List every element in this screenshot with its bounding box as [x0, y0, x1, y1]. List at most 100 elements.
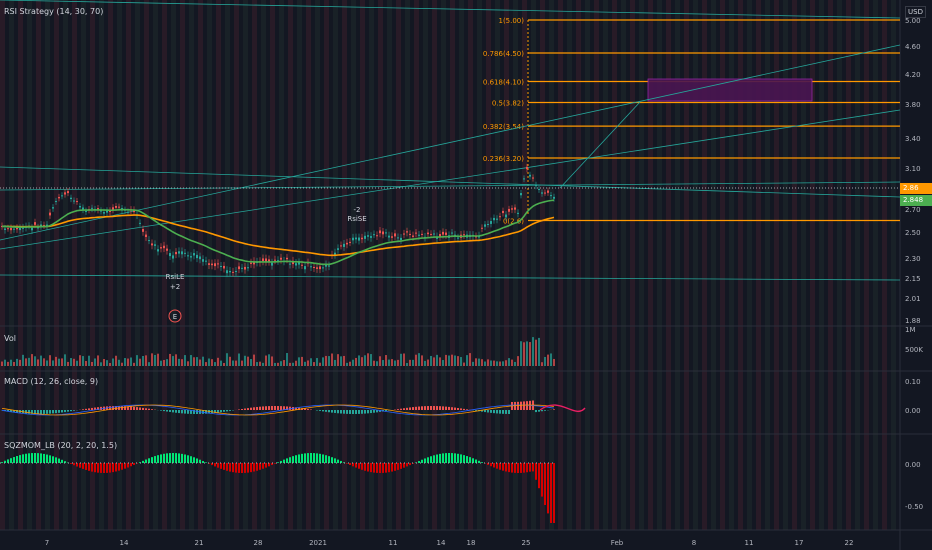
- volume-bar: [331, 353, 333, 366]
- currency-label[interactable]: USD: [905, 6, 926, 18]
- candle-body: [481, 227, 483, 229]
- candle-body: [376, 235, 378, 237]
- candle-body: [346, 242, 348, 245]
- macd-histogram-bar: [43, 410, 45, 414]
- background-stripe: [243, 0, 248, 530]
- candle-body: [364, 235, 366, 239]
- sqzmom-bar: [460, 454, 462, 463]
- volume-bar: [421, 355, 423, 366]
- volume-bar: [49, 355, 51, 366]
- volume-bar: [265, 355, 267, 366]
- volume-bar: [550, 353, 552, 366]
- sqzmom-bar: [40, 453, 42, 463]
- sqzmom-bar: [37, 453, 39, 463]
- candle-body: [214, 263, 216, 267]
- volume-bar: [364, 355, 366, 366]
- sqzmom-bar: [163, 453, 165, 463]
- candle-body: [358, 237, 360, 241]
- current-price-tag: 2.86: [900, 183, 932, 194]
- volume-bar: [52, 360, 54, 366]
- price-axis-label: 2.70: [905, 206, 921, 214]
- candle-body: [223, 265, 225, 269]
- candle-body: [280, 257, 282, 260]
- sqzmom-bar: [322, 454, 324, 463]
- candle-body: [304, 266, 306, 270]
- macd-histogram-bar: [337, 410, 339, 414]
- candle-body: [361, 237, 363, 240]
- volume-bar: [202, 356, 204, 366]
- candle-body: [451, 232, 453, 234]
- sqzmom-bar: [319, 453, 321, 463]
- candle-body: [457, 237, 459, 239]
- candle-body: [319, 266, 321, 270]
- candle-body: [172, 255, 174, 259]
- candle-body: [271, 262, 273, 266]
- sqzmom-bar: [34, 453, 36, 463]
- candle-body: [391, 236, 393, 238]
- candle-body: [505, 214, 507, 218]
- macd-histogram-bar: [307, 409, 309, 410]
- sqzmom-bar: [457, 453, 459, 463]
- chart-canvas[interactable]: 5.00 4.60 4.20 3.80 3.40 3.10 2.70 2.50 2.30 2.15…: [0, 0, 932, 550]
- macd-histogram-bar: [52, 410, 54, 414]
- sqzmom-bar: [121, 463, 123, 470]
- sqzmom-bar: [181, 453, 183, 463]
- volume-bar: [361, 357, 363, 366]
- candle-body: [541, 192, 543, 194]
- candle-body: [409, 233, 411, 235]
- volume-bar: [424, 360, 426, 366]
- candle-body: [355, 237, 357, 240]
- sqzmom-bar: [298, 454, 300, 463]
- volume-bar: [280, 361, 282, 366]
- sqzmom-bar: [76, 463, 78, 467]
- macd-histogram-bar: [361, 410, 363, 414]
- macd-histogram-bar: [133, 406, 135, 410]
- sqzmom-bar: [532, 463, 534, 472]
- volume-bar: [286, 353, 288, 366]
- sqzmom-bar: [133, 463, 135, 465]
- price-axis-label: 3.10: [905, 165, 921, 173]
- sqzmom-bar: [427, 457, 429, 463]
- macd-histogram-bar: [352, 410, 354, 414]
- volume-bar: [40, 355, 42, 366]
- background-stripe: [180, 0, 185, 530]
- price-axis-label: 2.30: [905, 255, 921, 263]
- time-axis-label: 28: [254, 539, 263, 547]
- sqzmom-bar: [205, 462, 207, 463]
- macd-histogram-bar: [223, 410, 225, 412]
- sqzmom-bar: [535, 463, 537, 480]
- background-stripe: [891, 0, 896, 530]
- background-stripe: [855, 0, 860, 530]
- candle-body: [535, 184, 537, 187]
- macd-label[interactable]: MACD (12, 26, close, 9): [4, 377, 98, 386]
- candle-body: [241, 267, 243, 269]
- candle-body: [148, 240, 150, 242]
- background-stripe: [576, 0, 581, 530]
- macd-histogram-bar: [163, 410, 165, 412]
- candle-body: [412, 235, 414, 237]
- volume-bar: [436, 354, 438, 366]
- candle-body: [310, 266, 312, 268]
- candle-body: [118, 206, 120, 208]
- volume-bar: [430, 355, 432, 366]
- target-box: [647, 78, 813, 102]
- volume-bar: [328, 356, 330, 366]
- sqzmom-axis-label: 0.00: [905, 461, 921, 469]
- volume-bar: [544, 356, 546, 366]
- volume-bar: [259, 361, 261, 366]
- macd-histogram-bar: [487, 410, 489, 413]
- background-stripe: [99, 0, 104, 530]
- macd-histogram-bar: [88, 408, 90, 410]
- sqzmom-bar: [193, 457, 195, 463]
- volume-bar: [448, 355, 450, 366]
- sqzmom-bar: [406, 463, 408, 467]
- sqzmom-bar: [259, 463, 261, 470]
- candle-body: [493, 217, 495, 221]
- strategy-title[interactable]: RSI Strategy (14, 30, 70): [4, 7, 103, 16]
- sqzmom-bar: [448, 453, 450, 463]
- sqzmom-bar: [178, 453, 180, 463]
- sqzmom-bar: [514, 463, 516, 473]
- volume-bar: [250, 359, 252, 366]
- sqzmom-label[interactable]: SQZMOM_LB (20, 2, 20, 1.5): [4, 441, 117, 450]
- volume-bar: [307, 360, 309, 366]
